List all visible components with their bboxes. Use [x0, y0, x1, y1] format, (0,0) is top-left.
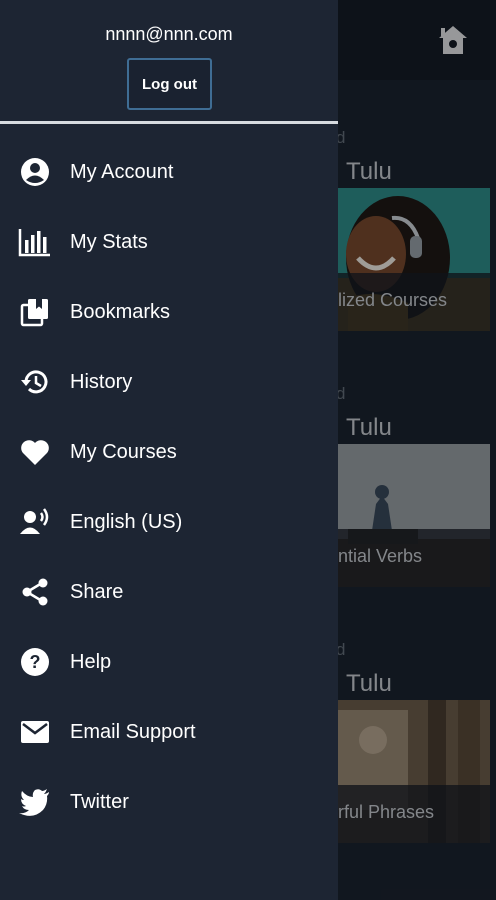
menu-item-help[interactable]: ? Help [0, 627, 338, 697]
menu-item-label: English (US) [70, 510, 183, 533]
logout-button[interactable]: Log out [127, 58, 212, 110]
menu-item-label: My Courses [70, 440, 177, 463]
stats-bars-icon [18, 225, 52, 259]
menu-item-label: My Account [70, 160, 174, 183]
share-icon [18, 575, 52, 609]
menu-item-label: Bookmarks [70, 300, 171, 323]
menu-item-share[interactable]: Share [0, 557, 338, 627]
drawer-scrim[interactable] [338, 0, 496, 900]
menu-item-label: Email Support [70, 720, 196, 743]
twitter-icon [18, 785, 52, 819]
drawer-header: nnnn@nnn.com Log out [0, 0, 338, 124]
menu-item-email-support[interactable]: Email Support [0, 697, 338, 767]
help-icon: ? [18, 645, 52, 679]
voice-language-icon [18, 505, 52, 539]
menu-item-label: Help [70, 650, 112, 673]
menu-item-history[interactable]: History [0, 347, 338, 417]
bookmarks-icon [18, 295, 52, 329]
navigation-drawer: nnnn@nnn.com Log out My Account My Stats… [0, 0, 338, 900]
menu-item-language[interactable]: English (US) [0, 487, 338, 557]
menu-item-my-stats[interactable]: My Stats [0, 207, 338, 277]
menu-item-twitter[interactable]: Twitter [0, 767, 338, 837]
menu-item-my-courses[interactable]: My Courses [0, 417, 338, 487]
user-email: nnnn@nnn.com [105, 24, 233, 44]
menu-item-label: My Stats [70, 230, 148, 253]
svg-text:?: ? [30, 652, 41, 672]
account-circle-icon [18, 155, 52, 189]
menu-item-label: Twitter [70, 790, 129, 813]
heart-icon [18, 435, 52, 469]
menu-item-my-account[interactable]: My Account [0, 137, 338, 207]
menu-item-label: History [70, 370, 133, 393]
menu-item-label: Share [70, 580, 124, 603]
menu-item-bookmarks[interactable]: Bookmarks [0, 277, 338, 347]
history-icon [18, 365, 52, 399]
mail-icon [18, 715, 52, 749]
